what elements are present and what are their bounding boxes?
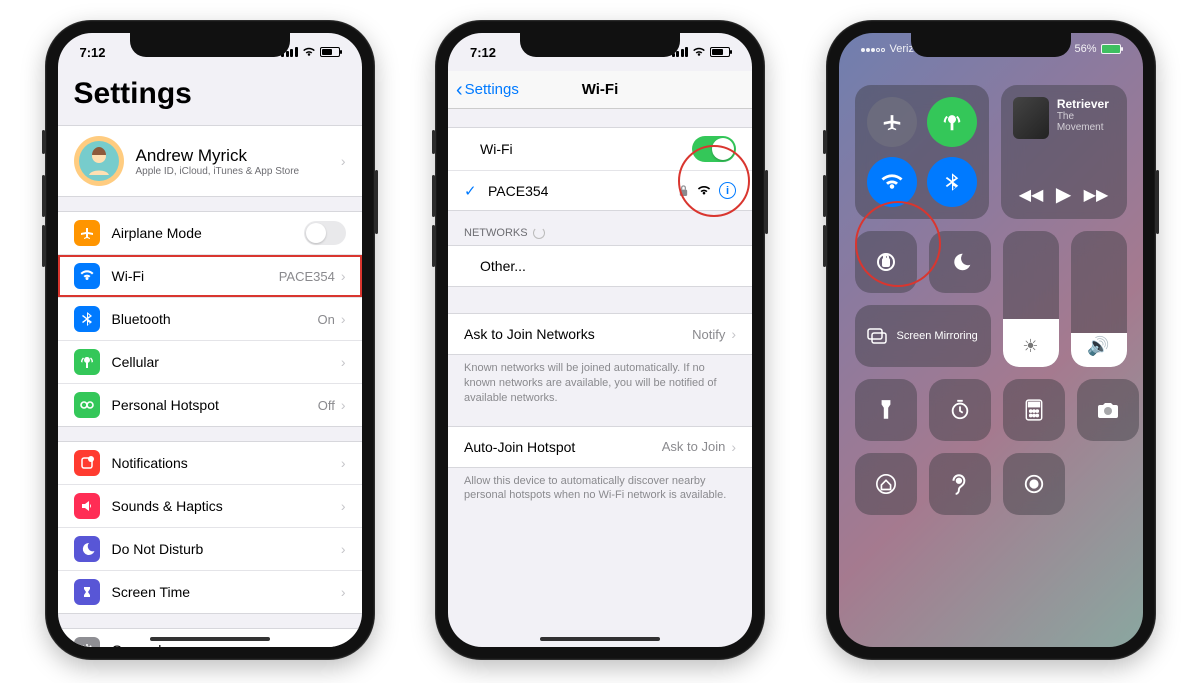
battery-pct: 56% (1074, 43, 1096, 55)
brightness-icon: ☀ (1022, 336, 1038, 357)
airplane-mode-button[interactable] (867, 97, 917, 147)
screentime-icon (74, 579, 100, 605)
status-time: 7:12 (80, 45, 106, 60)
chevron-icon: › (341, 354, 346, 370)
auto-join-hotspot-row[interactable]: Auto-Join Hotspot Ask to Join › (448, 427, 752, 467)
notifications-icon (74, 450, 100, 476)
bluetooth-icon (74, 306, 100, 332)
home-button[interactable] (855, 453, 917, 515)
info-icon[interactable]: i (719, 182, 736, 199)
cellular-data-button[interactable] (927, 97, 977, 147)
profile-subtitle: Apple ID, iCloud, iTunes & App Store (136, 166, 341, 177)
music-tile[interactable]: Retriever The Movement ◀◀ ▶ ▶▶ (1001, 85, 1127, 219)
battery-icon (1101, 44, 1121, 54)
chevron-icon: › (731, 326, 736, 342)
song-artist: The Movement (1057, 111, 1115, 133)
home-indicator[interactable] (150, 637, 270, 641)
chevron-icon: › (341, 498, 346, 514)
chevron-icon: › (341, 455, 346, 471)
camera-button[interactable] (1077, 379, 1139, 441)
ask-to-join-row[interactable]: Ask to Join Networks Notify › (448, 314, 752, 354)
cellular-icon (74, 349, 100, 375)
phone-control-center: Verizon 56% (826, 20, 1156, 660)
hotspot-row[interactable]: Personal Hotspot Off › (58, 383, 362, 426)
chevron-icon: › (731, 439, 736, 455)
airplane-toggle[interactable] (304, 221, 346, 245)
back-button[interactable]: ‹Settings (456, 80, 519, 100)
orientation-lock-button[interactable] (855, 231, 917, 293)
wifi-icon (74, 263, 100, 289)
notifications-row[interactable]: Notifications › (58, 442, 362, 484)
wifi-toggle[interactable] (692, 136, 736, 162)
connectivity-tile (855, 85, 989, 219)
phone-settings: 7:12 Settings Andrew Myrick Apple ID, iC… (45, 20, 375, 660)
dnd-row[interactable]: Do Not Disturb › (58, 527, 362, 570)
hearing-button[interactable] (929, 453, 991, 515)
airplane-icon (74, 220, 100, 246)
wifi-button[interactable] (867, 157, 917, 207)
profile-name: Andrew Myrick (136, 146, 341, 166)
album-art (1013, 97, 1049, 139)
airplane-mode-row[interactable]: Airplane Mode (58, 212, 362, 254)
battery-icon (320, 47, 340, 57)
chevron-icon: › (341, 311, 346, 327)
wifi-toggle-row: Wi-Fi (448, 128, 752, 170)
screen-mirroring-button[interactable]: Screen Mirroring (855, 305, 991, 367)
brightness-slider[interactable]: ☀ (1003, 231, 1059, 367)
screen-mirror-icon (867, 328, 887, 344)
dnd-icon (74, 536, 100, 562)
volume-icon: 🔊 (1087, 336, 1109, 357)
timer-button[interactable] (929, 379, 991, 441)
bluetooth-row[interactable]: Bluetooth On › (58, 297, 362, 340)
chevron-icon: › (341, 153, 346, 169)
chevron-icon: › (341, 541, 346, 557)
bluetooth-button[interactable] (927, 157, 977, 207)
sounds-row[interactable]: Sounds & Haptics › (58, 484, 362, 527)
wifi-row[interactable]: Wi-Fi PACE354 › (58, 254, 362, 297)
flashlight-button[interactable] (855, 379, 917, 441)
cellular-row[interactable]: Cellular › (58, 340, 362, 383)
chevron-icon: › (341, 397, 346, 413)
wifi-icon (302, 47, 316, 57)
sounds-icon (74, 493, 100, 519)
play-button[interactable]: ▶ (1056, 182, 1071, 207)
wifi-icon (692, 47, 706, 57)
connected-network-row[interactable]: ✓ PACE354 i (448, 170, 752, 210)
dnd-button[interactable] (929, 231, 991, 293)
signal-dots-icon (861, 43, 886, 55)
calculator-button[interactable] (1003, 379, 1065, 441)
chevron-icon: › (341, 642, 346, 647)
ask-to-join-footer: Known networks will be joined automatica… (448, 355, 752, 418)
chevron-icon: › (341, 268, 346, 284)
checkmark-icon: ✓ (464, 182, 482, 200)
next-track-button[interactable]: ▶▶ (1084, 185, 1109, 205)
navbar: ‹Settings Wi-Fi (448, 71, 752, 109)
auto-join-footer: Allow this device to automatically disco… (448, 468, 752, 516)
status-time: 7:12 (470, 45, 496, 60)
screentime-row[interactable]: Screen Time › (58, 570, 362, 613)
back-chevron-icon: ‹ (456, 80, 463, 100)
lock-icon (678, 184, 689, 197)
general-icon (74, 637, 100, 647)
navbar-title: Wi-Fi (582, 81, 619, 98)
phone-wifi-settings: 7:12 ‹Settings Wi-Fi Wi-Fi ✓ PACE354 i (435, 20, 765, 660)
battery-icon (710, 47, 730, 57)
apple-id-row[interactable]: Andrew Myrick Apple ID, iCloud, iTunes &… (58, 126, 362, 196)
other-network-row[interactable]: Other... (448, 246, 752, 286)
networks-header: NETWORKS (448, 211, 752, 245)
wifi-value: PACE354 (279, 269, 335, 284)
prev-track-button[interactable]: ◀◀ (1019, 185, 1044, 205)
spinner-icon (533, 227, 545, 239)
song-title: Retriever (1057, 97, 1115, 111)
screen-record-button[interactable] (1003, 453, 1065, 515)
wifi-strength-icon (697, 185, 711, 196)
volume-slider[interactable]: 🔊 (1071, 231, 1127, 367)
page-title: Settings (58, 71, 362, 121)
chevron-icon: › (341, 584, 346, 600)
avatar (74, 136, 124, 186)
hotspot-icon (74, 392, 100, 418)
home-indicator[interactable] (540, 637, 660, 641)
